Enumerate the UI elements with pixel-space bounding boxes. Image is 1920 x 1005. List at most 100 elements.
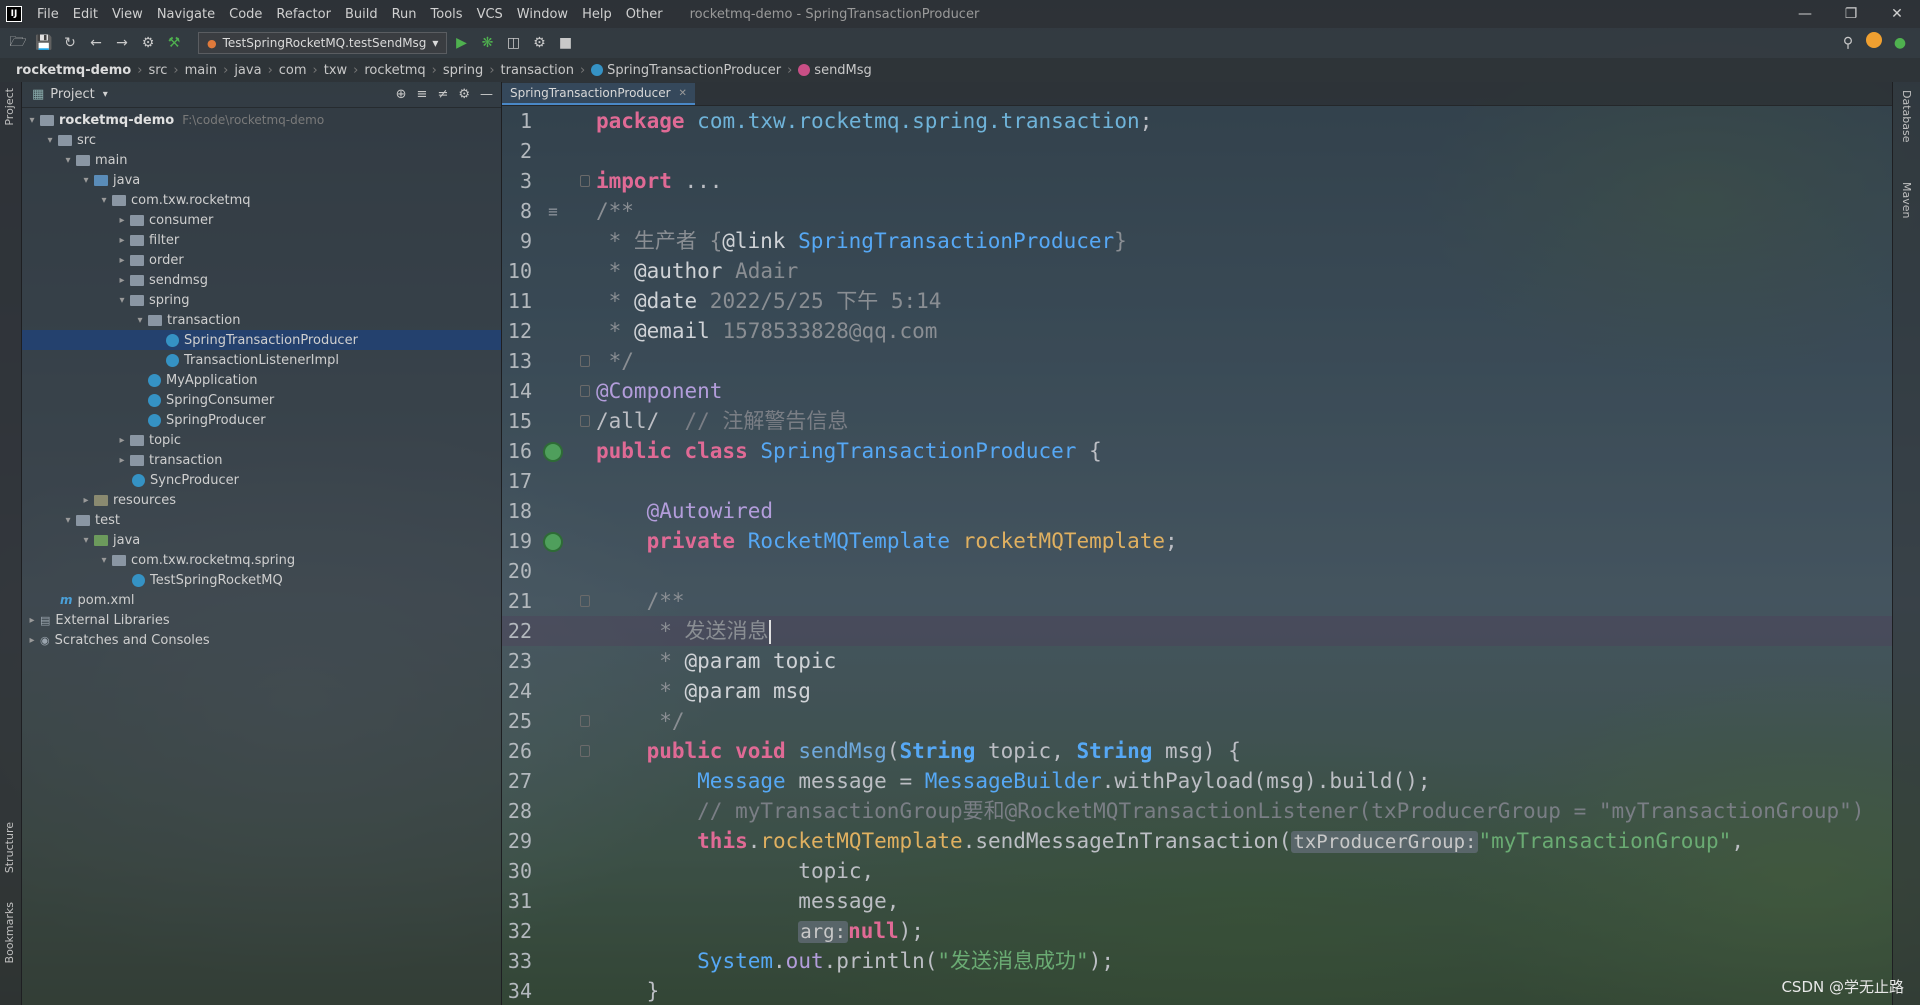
- breadcrumb-item[interactable]: spring: [439, 63, 487, 78]
- menu-navigate[interactable]: Navigate: [150, 7, 222, 22]
- breadcrumb-item[interactable]: txw: [320, 63, 351, 78]
- tree-node[interactable]: ▸ resources: [22, 490, 501, 510]
- tree-node[interactable]: m pom.xml: [22, 590, 501, 610]
- menu-tools[interactable]: Tools: [424, 7, 470, 22]
- expand-all-icon[interactable]: ≡: [417, 87, 428, 102]
- breadcrumb-item[interactable]: rocketmq: [360, 63, 429, 78]
- coverage-icon[interactable]: ◫: [501, 32, 525, 54]
- collapse-all-icon[interactable]: ≠: [437, 87, 448, 102]
- code-lines: 1 package com.txw.rocketmq.spring.transac…: [502, 106, 1892, 1005]
- tree-node[interactable]: ▾ com.txw.rocketmq: [22, 190, 501, 210]
- search-icon[interactable]: ⚲: [1836, 32, 1860, 54]
- breadcrumb-item[interactable]: java: [230, 63, 265, 78]
- bookmarks-tool-tab[interactable]: Bookmarks: [3, 902, 16, 963]
- close-icon[interactable]: ✕: [1874, 6, 1920, 22]
- menu-help[interactable]: Help: [575, 7, 619, 22]
- menu-view[interactable]: View: [105, 7, 150, 22]
- code-editor: SpringTransactionProducer ✕ 1 package com…: [502, 82, 1892, 1005]
- project-panel: ▦ Project ▾ ⊕ ≡ ≠ ⚙ — ▾ rocketmq-demo F:\c…: [22, 82, 502, 1005]
- build-hammer-icon[interactable]: ⚒: [162, 32, 186, 54]
- project-view-icon: ▦: [32, 87, 45, 102]
- gear-icon[interactable]: ⚙: [458, 87, 470, 102]
- tree-node[interactable]: ▾ java: [22, 170, 501, 190]
- menu-run[interactable]: Run: [385, 7, 424, 22]
- menu-build[interactable]: Build: [338, 7, 385, 22]
- code-line: 11 * @date 2022/5/25 下午 5:14: [507, 289, 942, 313]
- run-configuration-select[interactable]: ● TestSpringRocketMQ.testSendMsg ▾: [198, 32, 448, 54]
- breadcrumb-item[interactable]: src: [144, 63, 171, 78]
- hide-icon[interactable]: —: [480, 87, 493, 102]
- open-folder-icon[interactable]: 🗁: [6, 32, 30, 54]
- tree-node[interactable]: TransactionListenerImpl: [22, 350, 501, 370]
- close-tab-icon[interactable]: ✕: [679, 88, 687, 99]
- breadcrumb-item[interactable]: main: [181, 63, 221, 78]
- profile-icon[interactable]: ⚙: [527, 32, 551, 54]
- tree-node[interactable]: ▸ order: [22, 250, 501, 270]
- breadcrumb-item[interactable]: rocketmq-demo: [12, 63, 135, 78]
- breadcrumb-item[interactable]: com: [275, 63, 311, 78]
- tree-node[interactable]: ▸ ◉ Scratches and Consoles: [22, 630, 501, 650]
- code-line: 30 topic,: [507, 859, 875, 883]
- tree-node[interactable]: ▾ java: [22, 530, 501, 550]
- update-icon[interactable]: [1866, 32, 1882, 48]
- tree-node[interactable]: ▸ consumer: [22, 210, 501, 230]
- minimize-icon[interactable]: —: [1782, 6, 1828, 22]
- structure-tool-tab[interactable]: Structure: [3, 822, 16, 873]
- tree-node[interactable]: ▾ src: [22, 130, 501, 150]
- project-tree: ▾ rocketmq-demo F:\code\rocketmq-demo ▾ src…: [22, 108, 501, 650]
- menu-window[interactable]: Window: [510, 7, 575, 22]
- tree-node[interactable]: ▾ spring: [22, 290, 501, 310]
- user-icon[interactable]: ⚙: [136, 32, 160, 54]
- tree-node[interactable]: ▾ transaction: [22, 310, 501, 330]
- tree-node[interactable]: MyApplication: [22, 370, 501, 390]
- sync-icon[interactable]: ↻: [58, 32, 82, 54]
- tree-node[interactable]: ▸ topic: [22, 430, 501, 450]
- tree-node[interactable]: ▸ filter: [22, 230, 501, 250]
- tree-node[interactable]: SpringProducer: [22, 410, 501, 430]
- menu-code[interactable]: Code: [222, 7, 269, 22]
- menu-refactor[interactable]: Refactor: [269, 7, 338, 22]
- tree-node[interactable]: ▾ rocketmq-demo F:\code\rocketmq-demo: [22, 110, 501, 130]
- editor-tab-active[interactable]: SpringTransactionProducer ✕: [502, 83, 695, 105]
- code-line: 29 this.rocketMQTemplate.sendMessageInTr…: [507, 829, 1744, 853]
- menu-vcs[interactable]: VCS: [470, 7, 510, 22]
- maven-tool-tab[interactable]: Maven: [1900, 182, 1913, 218]
- code-line: 25 */: [507, 709, 685, 733]
- test-class-icon: [132, 573, 145, 587]
- breadcrumb-method[interactable]: sendMsg: [794, 63, 876, 78]
- breadcrumb-class[interactable]: SpringTransactionProducer: [587, 63, 785, 78]
- tree-node[interactable]: ▸ ▤ External Libraries: [22, 610, 501, 630]
- menu-edit[interactable]: Edit: [66, 7, 105, 22]
- save-icon[interactable]: 💾: [32, 32, 56, 54]
- tree-node[interactable]: ▸ transaction: [22, 450, 501, 470]
- tree-node[interactable]: ▸ sendmsg: [22, 270, 501, 290]
- tree-node[interactable]: ▾ main: [22, 150, 501, 170]
- breadcrumb-item[interactable]: transaction: [497, 63, 578, 78]
- spring-bean-icon[interactable]: [542, 441, 564, 463]
- forward-arrow-icon[interactable]: →: [110, 32, 134, 54]
- menu-other[interactable]: Other: [619, 7, 670, 22]
- run-icon[interactable]: ▶: [449, 32, 473, 54]
- menu-file[interactable]: File: [30, 7, 66, 22]
- database-tool-tab[interactable]: Database: [1900, 90, 1913, 143]
- debug-icon[interactable]: ❋: [475, 32, 499, 54]
- tree-node[interactable]: ▾ test: [22, 510, 501, 530]
- plugin-icon[interactable]: ●: [1888, 32, 1912, 54]
- back-arrow-icon[interactable]: ←: [84, 32, 108, 54]
- code-area[interactable]: 1 package com.txw.rocketmq.spring.transac…: [502, 106, 1892, 1005]
- tree-node[interactable]: SyncProducer: [22, 470, 501, 490]
- project-view-select[interactable]: Project: [50, 87, 94, 102]
- locate-icon[interactable]: ⊕: [396, 87, 407, 102]
- project-tool-tab[interactable]: Project: [3, 88, 16, 126]
- right-tool-strip: Database Maven: [1892, 82, 1920, 1005]
- tree-node[interactable]: SpringConsumer: [22, 390, 501, 410]
- restore-icon[interactable]: ❐: [1828, 6, 1874, 22]
- autowired-bean-icon[interactable]: [542, 531, 564, 553]
- toolbar-right: ⚲ ●: [1836, 32, 1912, 54]
- tree-node[interactable]: ▾ com.txw.rocketmq.spring: [22, 550, 501, 570]
- tree-node-selected[interactable]: SpringTransactionProducer: [22, 330, 501, 350]
- chevron-down-icon[interactable]: ▾: [103, 89, 108, 100]
- tree-node[interactable]: TestSpringRocketMQ: [22, 570, 501, 590]
- stop-icon[interactable]: ■: [553, 32, 577, 54]
- reader-mode-icon[interactable]: ≡: [542, 201, 564, 223]
